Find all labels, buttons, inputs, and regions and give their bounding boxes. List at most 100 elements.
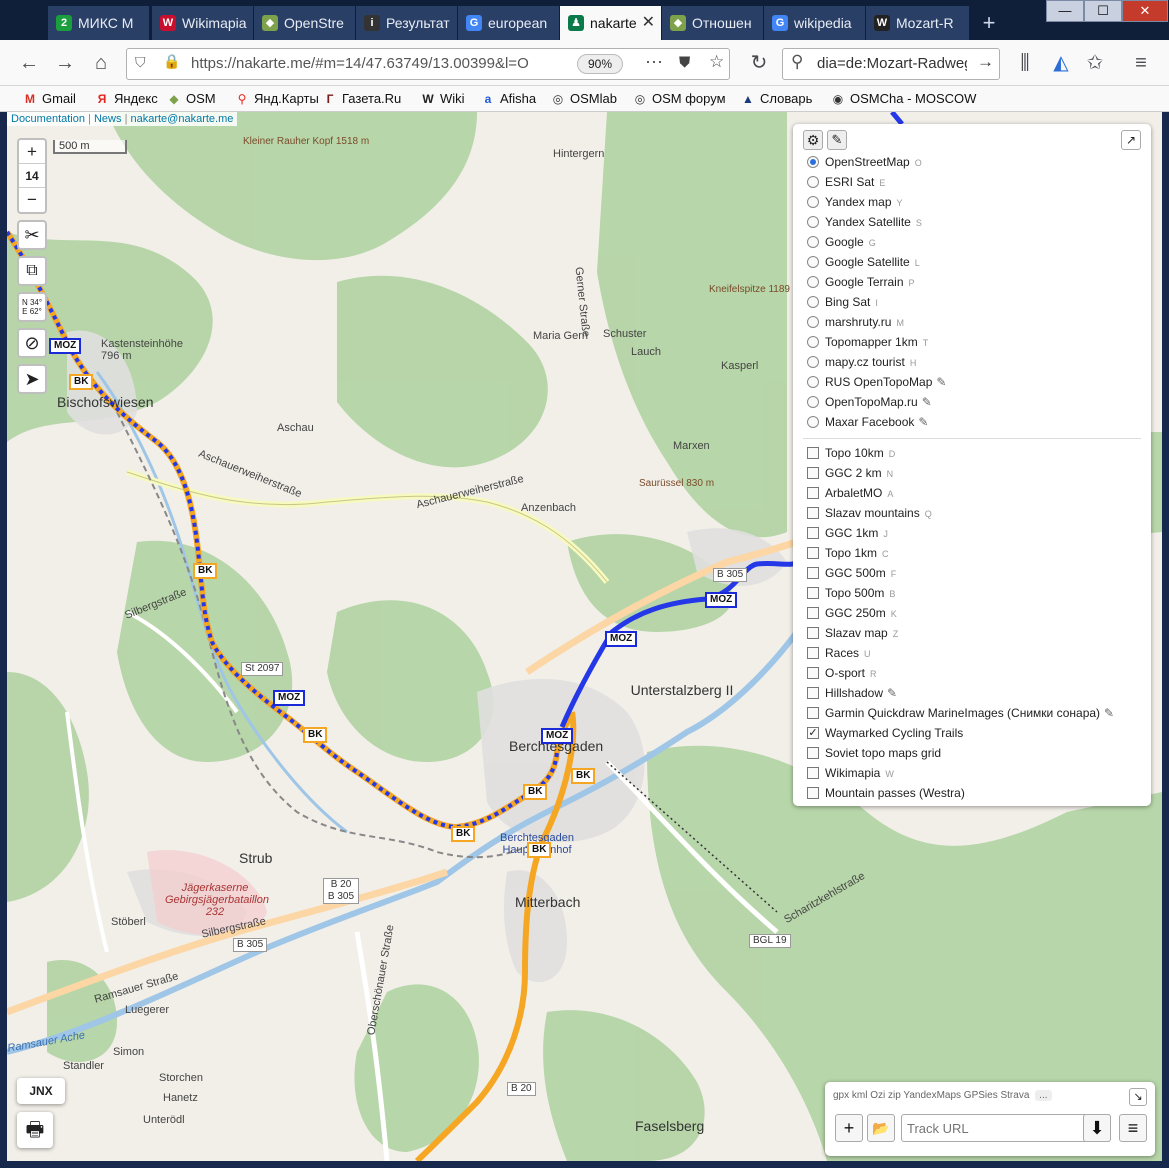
home-icon[interactable]: ⌂ [86,49,116,77]
minimize-panel-icon[interactable]: ↘ [1129,1088,1147,1106]
layer-radio[interactable] [807,236,819,248]
overlay-layer-4[interactable]: GGC 1km J [803,523,1141,543]
layer-checkbox[interactable] [807,687,819,699]
address-bar[interactable]: ⛉ 🔒 https://nakarte.me/#m=14/47.63749/13… [126,48,730,80]
forward-button[interactable]: → [50,49,80,77]
overlay-layer-11[interactable]: O-sport R [803,663,1141,683]
bookmark-item[interactable]: a Afisha [480,89,536,109]
route-shield-bk[interactable]: BK [193,563,218,579]
bookmark-star-icon[interactable]: ☆ [709,52,724,72]
overlay-layer-0[interactable]: Topo 10km D [803,443,1141,463]
pencil-icon[interactable]: ✎ [918,415,928,429]
layer-radio[interactable] [807,216,819,228]
overlay-layer-3[interactable]: Slazav mountains Q [803,503,1141,523]
compass-icon[interactable]: ⊘ [17,328,47,358]
add-track-button[interactable]: + [835,1114,863,1142]
overlay-layer-10[interactable]: Races U [803,643,1141,663]
tab-7[interactable]: Gwikipedia [764,6,866,40]
map-view[interactable]: Kleiner Rauher Kopf 1518 m Kneifelspitze… [7,112,1162,1161]
tab-6[interactable]: ◆ Отношен [662,6,764,40]
base-layer-13[interactable]: Maxar Facebook ✎ [803,412,1141,432]
bookmark-item[interactable]: Я Яндекс [94,89,158,109]
overlay-layer-17[interactable]: Mountain passes (Westra) [803,783,1141,803]
back-button[interactable]: ← [14,49,44,77]
base-layer-0[interactable]: OpenStreetMap O [803,152,1141,172]
layer-checkbox[interactable] [807,707,819,719]
layer-checkbox[interactable] [807,627,819,639]
library-icon[interactable]: ⫼ [1010,49,1040,77]
layer-checkbox[interactable] [807,447,819,459]
search-bar[interactable]: ⚲ dia=de:Mozart-Radweg → [782,48,1000,80]
tab-8[interactable]: W Mozart-R [866,6,970,40]
url-text[interactable]: https://nakarte.me/#m=14/47.63749/13.003… [191,49,571,79]
layer-radio[interactable] [807,296,819,308]
close-window-button[interactable]: ✕ [1122,0,1168,22]
base-layer-9[interactable]: Topomapper 1km T [803,332,1141,352]
base-layer-7[interactable]: Bing Sat I [803,292,1141,312]
route-shield-bk[interactable]: BK [303,727,328,743]
jnx-button[interactable]: JNX [17,1078,65,1104]
layer-radio[interactable] [807,356,819,368]
documentation-link[interactable]: Documentation [11,113,85,125]
collapse-icon[interactable]: ↗ [1121,130,1141,150]
route-shield-bk[interactable]: BK [571,768,596,784]
search-go-icon[interactable]: → [977,52,994,72]
layer-radio[interactable] [807,396,819,408]
overlay-layer-2[interactable]: ArbaletMO A [803,483,1141,503]
locate-icon[interactable]: ➤ [17,364,47,394]
extension-icon[interactable]: ◭ [1046,49,1076,77]
route-shield-bk[interactable]: BK [527,842,552,858]
layer-radio[interactable] [807,156,819,168]
elevation-profile-icon[interactable]: ⧉ [17,256,47,286]
bookmark-item[interactable]: M Gmail [22,89,76,109]
reload-button[interactable]: ↻ [744,49,774,77]
tab-4[interactable]: Geuropean [458,6,560,40]
layer-checkbox[interactable] [807,467,819,479]
route-shield-moz[interactable]: MOZ [49,338,82,354]
zoom-out-button[interactable]: − [19,188,45,212]
overlay-layer-5[interactable]: Topo 1km C [803,543,1141,563]
pocket-icon[interactable]: ⛊ [679,54,690,71]
bookmark-item[interactable]: ◎ OSMlab [550,89,617,109]
menu-icon[interactable]: ≡ [1126,49,1156,77]
route-shield-moz[interactable]: MOZ [705,592,738,608]
more-formats-button[interactable]: ... [1035,1090,1052,1101]
new-tab-button[interactable]: + [976,6,1002,40]
layer-radio[interactable] [807,416,819,428]
route-shield-moz[interactable]: MOZ [541,728,574,744]
page-actions-button[interactable]: ··· [645,51,663,72]
layer-radio[interactable] [807,276,819,288]
overlay-layer-1[interactable]: GGC 2 km N [803,463,1141,483]
bookmark-item[interactable]: ▲ Словарь [740,89,812,109]
base-layer-1[interactable]: ESRI Sat E [803,172,1141,192]
base-layer-2[interactable]: Yandex map Y [803,192,1141,212]
base-layer-5[interactable]: Google Satellite L [803,252,1141,272]
pencil-icon[interactable]: ✎ [936,375,946,389]
layer-checkbox[interactable] [807,647,819,659]
overlay-layer-16[interactable]: Wikimapia W [803,763,1141,783]
email-link[interactable]: nakarte@nakarte.me [130,113,233,125]
bookmark-item[interactable]: W Wiki [420,89,464,109]
minimize-button[interactable]: — [1046,0,1084,22]
layer-radio[interactable] [807,176,819,188]
layer-checkbox[interactable] [807,747,819,759]
layer-checkbox[interactable] [807,567,819,579]
measure-tool-icon[interactable]: ✂ [17,220,47,250]
layer-checkbox[interactable] [807,487,819,499]
route-shield-moz[interactable]: MOZ [273,690,306,706]
overlay-layer-9[interactable]: Slazav map Z [803,623,1141,643]
zoom-in-button[interactable]: + [19,140,45,164]
base-layer-4[interactable]: Google G [803,232,1141,252]
layer-checkbox[interactable] [807,547,819,559]
layer-radio[interactable] [807,376,819,388]
layer-radio[interactable] [807,336,819,348]
bookmark-item[interactable]: ⚲ Янд.Карты [234,89,319,109]
route-shield-bk[interactable]: BK [523,784,548,800]
layer-checkbox[interactable] [807,527,819,539]
track-url-input[interactable] [901,1114,1111,1142]
overlay-layer-12[interactable]: Hillshadow ✎ [803,683,1141,703]
base-layer-10[interactable]: mapy.cz tourist H [803,352,1141,372]
pencil-icon[interactable]: ✎ [827,130,847,150]
shield-icon[interactable]: ⛉ [135,54,146,71]
layer-radio[interactable] [807,256,819,268]
